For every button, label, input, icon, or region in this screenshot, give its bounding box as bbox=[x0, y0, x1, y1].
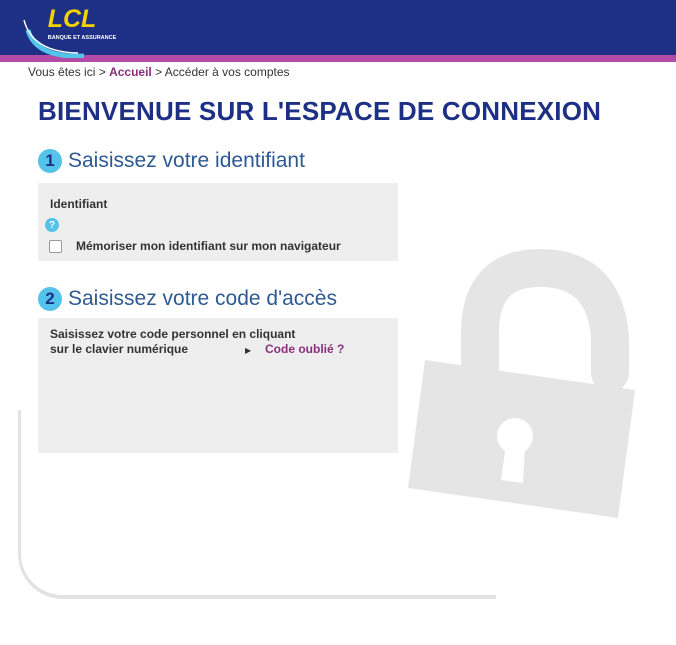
padlock-icon bbox=[408, 248, 635, 518]
step2-title: Saisissez votre code d'accès bbox=[68, 287, 337, 310]
page-title: BIENVENUE SUR L'ESPACE DE CONNEXION bbox=[38, 96, 602, 126]
step1-number-badge: 1 bbox=[38, 149, 62, 173]
step2-heading: 2 Saisissez votre code d'accès bbox=[38, 287, 337, 311]
breadcrumb-prefix: Vous êtes ici bbox=[28, 65, 96, 79]
logo-text: LCL bbox=[48, 5, 97, 33]
step1-heading: 1 Saisissez votre identifiant bbox=[38, 149, 305, 173]
identifier-panel: Identifiant ? Mémoriser mon identifiant … bbox=[38, 183, 398, 261]
access-code-instruction-line1: Saisissez votre code personnel en cliqua… bbox=[50, 327, 296, 341]
breadcrumb-separator: > bbox=[98, 65, 106, 79]
remember-identifier-checkbox[interactable]: Mémoriser mon identifiant sur mon naviga… bbox=[49, 239, 341, 253]
checkbox-box[interactable] bbox=[49, 239, 62, 253]
help-icon[interactable]: ? bbox=[45, 218, 59, 232]
breadcrumb: Vous êtes ici > Accueil > Accéder à vos … bbox=[28, 65, 290, 79]
logo-subtitle: BANQUE ET ASSURANCE bbox=[48, 35, 117, 41]
identifier-label: Identifiant bbox=[50, 197, 108, 211]
access-code-instruction-line2: sur le clavier numérique bbox=[50, 342, 189, 356]
step2-number-badge: 2 bbox=[38, 287, 62, 311]
arrow-right-icon: ▶ bbox=[245, 346, 252, 355]
step1-title: Saisissez votre identifiant bbox=[68, 149, 305, 172]
breadcrumb-current: Accéder à vos comptes bbox=[164, 65, 290, 79]
access-code-instruction: Saisissez votre code personnel en cliqua… bbox=[50, 327, 295, 357]
lcl-logo[interactable]: LCL BANQUE ET ASSURANCE bbox=[22, 0, 122, 58]
remember-identifier-label: Mémoriser mon identifiant sur mon naviga… bbox=[76, 239, 341, 253]
forgot-code-link[interactable]: Code oublié ? bbox=[265, 342, 344, 356]
breadcrumb-home-link[interactable]: Accueil bbox=[109, 65, 152, 79]
breadcrumb-separator: > bbox=[155, 65, 163, 79]
